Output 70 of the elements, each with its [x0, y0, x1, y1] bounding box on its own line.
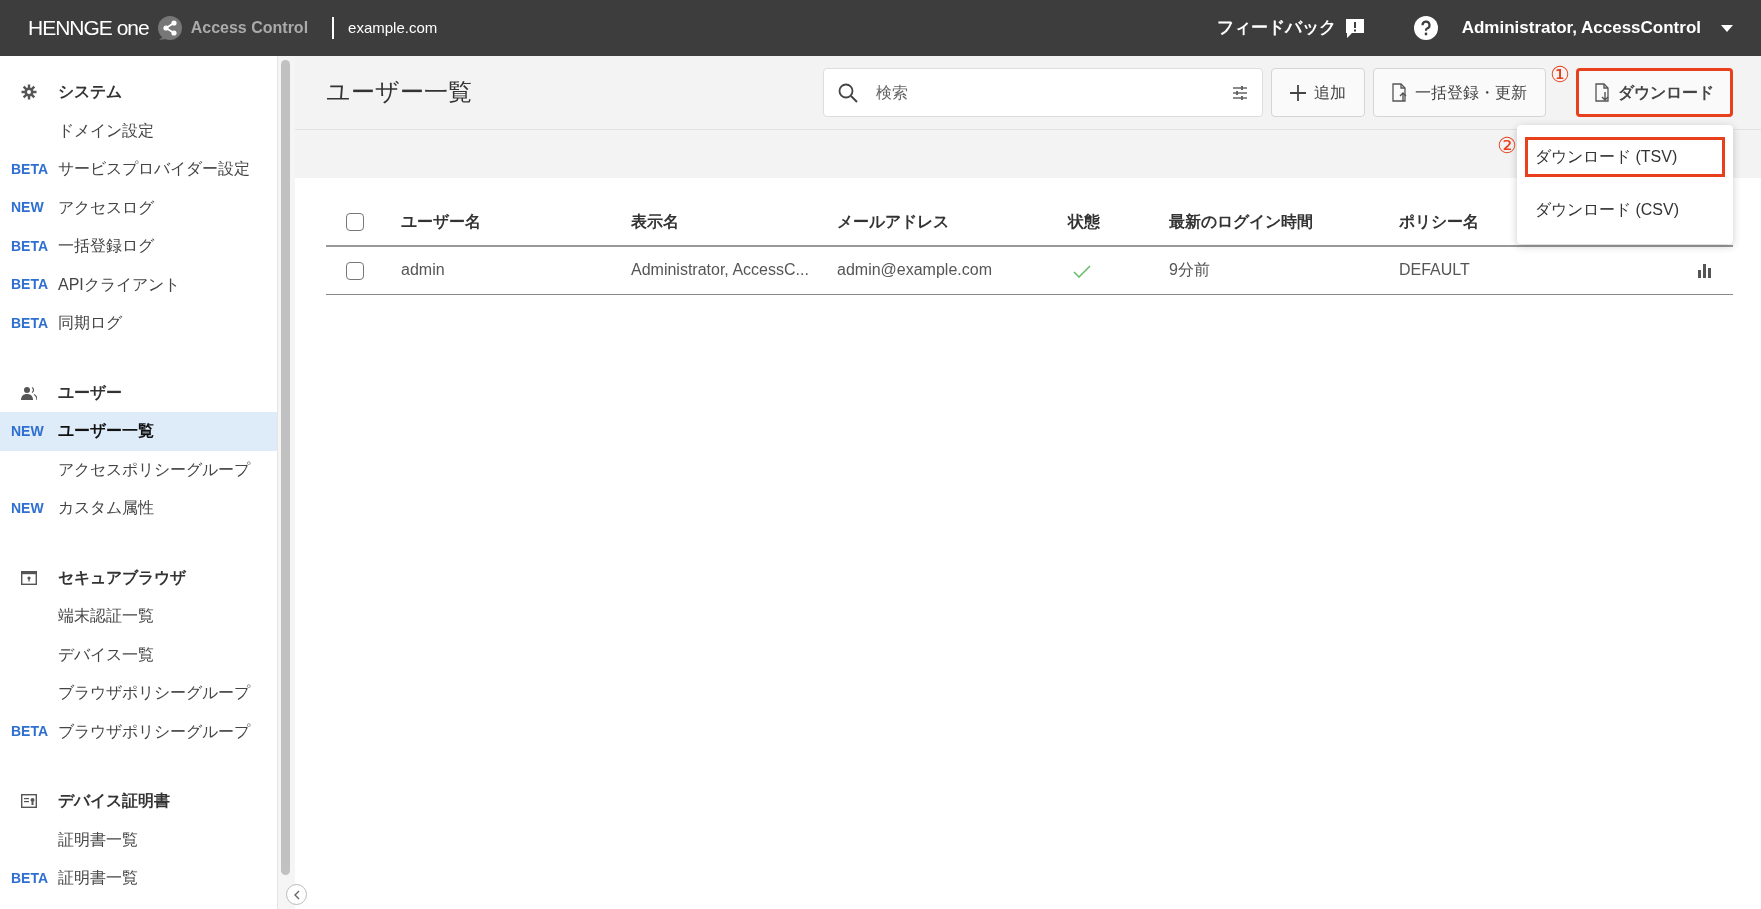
feedback-link[interactable]: フィードバック	[1216, 15, 1366, 41]
section-heading: セキュアブラウザ	[58, 567, 186, 588]
email-cell: admin@example.com	[837, 261, 992, 279]
sidebar-item[interactable]: NEW ユーザー一覧	[0, 412, 277, 451]
sidebar-item[interactable]: BETA 証明書一覧	[0, 859, 277, 898]
people-icon	[21, 384, 37, 401]
file-download-icon	[1595, 83, 1610, 102]
status-tag: NEW	[0, 420, 58, 442]
section-heading: システム	[58, 82, 122, 103]
sidebar-item[interactable]: BETA 同期ログ	[0, 304, 277, 343]
column-header: ポリシー名	[1399, 212, 1479, 230]
sidebar-item[interactable]: BETA APIクライアント	[0, 265, 277, 304]
row-checkbox[interactable]	[346, 262, 364, 280]
last-login-cell: 9分前	[1169, 261, 1210, 279]
sidebar-item[interactable]: ドメイン設定	[0, 111, 277, 150]
status-tag: NEW	[0, 497, 58, 519]
plus-icon	[1290, 84, 1306, 101]
logo-icon	[156, 15, 183, 41]
sidebar-item[interactable]: アクセスポリシーグループ	[0, 450, 277, 489]
caret-icon	[1721, 24, 1733, 32]
policy-cell: DEFAULT	[1399, 261, 1470, 279]
product-name: Access Control	[190, 18, 309, 38]
browser-window-icon	[21, 569, 37, 586]
status-tag: BETA	[0, 312, 58, 334]
feedback-icon	[1343, 17, 1366, 39]
brand-logo-text: HENNGE one	[28, 15, 149, 42]
sidebar-item[interactable]: NEW アクセスログ	[0, 188, 277, 227]
settings-icon	[21, 84, 37, 101]
column-header: 状態	[1068, 212, 1100, 230]
sidebar-item[interactable]: NEW カスタム属性	[0, 489, 277, 528]
column-header: ユーザー名	[401, 212, 481, 230]
bar-chart-icon[interactable]	[1698, 264, 1711, 278]
user-menu[interactable]: Administrator, AccessControl	[1461, 15, 1733, 41]
section-heading: ユーザー	[58, 382, 122, 403]
sidebar-item[interactable]: デバイス一覧	[0, 635, 277, 674]
help-icon[interactable]	[1413, 16, 1438, 40]
select-all-checkbox[interactable]	[346, 213, 364, 232]
sidebar-item[interactable]: BETA ブラウザポリシーグループ	[0, 712, 277, 751]
download-button[interactable]: ダウンロード	[1576, 68, 1733, 117]
file-upload-icon	[1392, 83, 1407, 102]
sidebar-item[interactable]: ブラウザポリシーグループ	[0, 674, 277, 713]
column-header: 最新のログイン時間	[1169, 212, 1313, 230]
status-tag: BETA	[0, 721, 58, 743]
scrollbar-thumb[interactable]	[281, 60, 290, 875]
status-tag: BETA	[0, 158, 58, 180]
sidebar-item[interactable]: 端末認証一覧	[0, 597, 277, 636]
column-header: 表示名	[631, 212, 679, 230]
username-cell: admin	[401, 261, 445, 279]
status-tag: NEW	[0, 197, 58, 219]
certificate-icon	[21, 793, 37, 810]
sidebar-item[interactable]: 証明書一覧	[0, 820, 277, 859]
sidebar-item[interactable]: BETA 一括登録ログ	[0, 227, 277, 266]
chevron-left-icon	[292, 889, 301, 900]
status-tag: BETA	[0, 235, 58, 257]
page-title: ユーザー一覧	[326, 78, 472, 107]
search-bar[interactable]: 検索	[823, 68, 1263, 117]
add-button[interactable]: 追加	[1271, 68, 1365, 117]
filter-icon[interactable]	[1232, 84, 1248, 101]
annotation-number: ①	[1550, 64, 1570, 86]
search-icon	[838, 82, 858, 103]
sidebar-item[interactable]: BETA サービスプロバイダー設定	[0, 150, 277, 189]
display-name-cell: Administrator, AccessC...	[631, 261, 809, 279]
status-tag: BETA	[0, 867, 58, 889]
domain-label: example.com	[332, 17, 438, 39]
annotation-number: ②	[1497, 135, 1517, 157]
status-tag: BETA	[0, 274, 58, 296]
upload-button[interactable]: 一括登録・更新	[1373, 68, 1546, 117]
column-header: メールアドレス	[837, 212, 949, 230]
menu-item[interactable]: ダウンロード (TSV)	[1525, 137, 1725, 177]
section-heading: デバイス証明書	[58, 791, 170, 812]
